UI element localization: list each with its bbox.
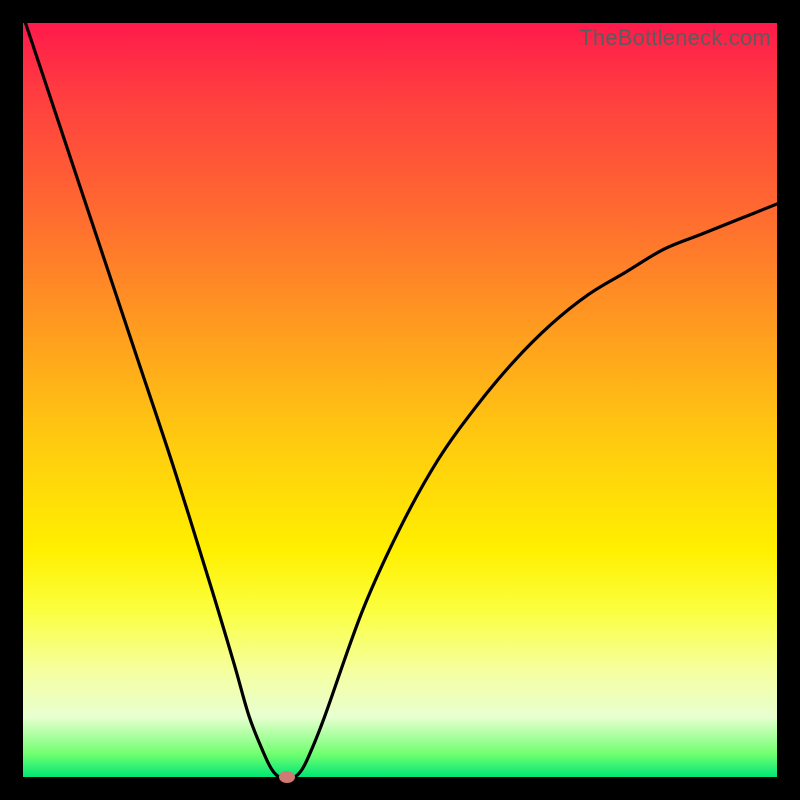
chart-frame: TheBottleneck.com bbox=[0, 0, 800, 800]
plot-area: TheBottleneck.com bbox=[23, 23, 777, 777]
optimal-point-marker bbox=[279, 771, 295, 783]
curve-svg bbox=[23, 23, 777, 777]
bottleneck-curve bbox=[23, 23, 777, 777]
